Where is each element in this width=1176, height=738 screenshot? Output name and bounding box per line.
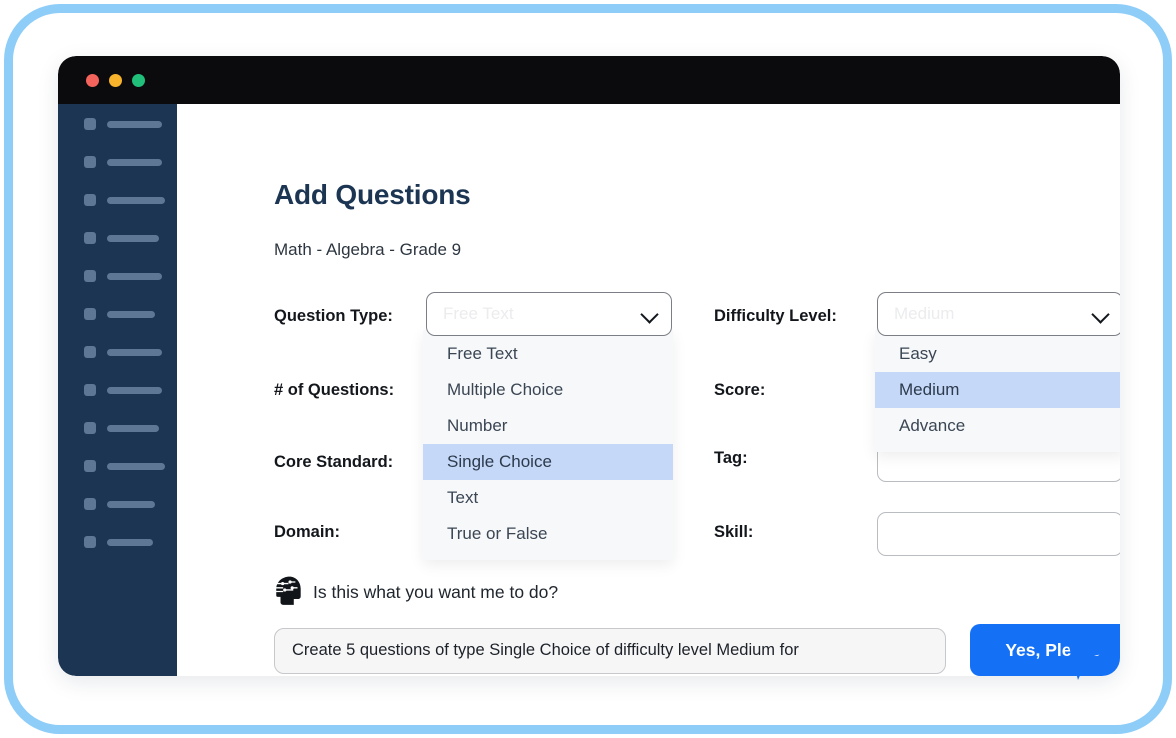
sidebar-item-label-placeholder — [107, 121, 162, 128]
sidebar-item-label-placeholder — [107, 463, 165, 470]
sidebar — [58, 104, 177, 676]
sidebar-item-label-placeholder — [107, 197, 165, 204]
question-type-option-2[interactable]: Number — [423, 408, 673, 444]
ai-head-icon — [272, 574, 306, 608]
confirm-question-text: Is this what you want me to do? — [313, 582, 558, 603]
sidebar-item-icon — [84, 156, 96, 168]
sidebar-item-icon — [84, 232, 96, 244]
sidebar-item-label-placeholder — [107, 501, 155, 508]
sidebar-item-icon — [84, 536, 96, 548]
app-window: Add Questions Math - Algebra - Grade 9 Q… — [58, 56, 1120, 676]
sidebar-item-label-placeholder — [107, 387, 162, 394]
difficulty-level-option-1[interactable]: Medium — [875, 372, 1120, 408]
sidebar-item-icon — [84, 194, 96, 206]
question-type-option-1[interactable]: Multiple Choice — [423, 372, 673, 408]
sidebar-item-label-placeholder — [107, 235, 159, 242]
difficulty-level-select[interactable]: Medium — [877, 292, 1120, 336]
window-close-button[interactable] — [86, 74, 99, 87]
sidebar-item-icon — [84, 270, 96, 282]
sidebar-item-icon — [84, 118, 96, 130]
question-type-dropdown[interactable]: Free TextMultiple ChoiceNumberSingle Cho… — [423, 330, 673, 560]
sidebar-item-5[interactable] — [84, 270, 162, 282]
difficulty-level-option-0[interactable]: Easy — [875, 336, 1120, 372]
skill-input[interactable] — [877, 512, 1120, 556]
sidebar-item-label-placeholder — [107, 311, 155, 318]
sidebar-item-label-placeholder — [107, 425, 159, 432]
prompt-value: Create 5 questions of type Single Choice… — [292, 641, 799, 660]
sidebar-item-7[interactable] — [84, 346, 162, 358]
sidebar-item-1[interactable] — [84, 118, 162, 130]
sidebar-item-icon — [84, 384, 96, 396]
label-domain: Domain: — [274, 523, 340, 542]
label-score: Score: — [714, 381, 765, 400]
question-type-select[interactable]: Free Text — [426, 292, 672, 336]
window-minimize-button[interactable] — [109, 74, 122, 87]
chevron-down-icon — [642, 308, 657, 323]
label-difficulty-level: Difficulty Level: — [714, 307, 837, 326]
page-title: Add Questions — [274, 179, 471, 211]
label-num-questions: # of Questions: — [274, 381, 394, 400]
sidebar-item-label-placeholder — [107, 349, 162, 356]
window-titlebar — [58, 56, 1120, 104]
question-type-option-0[interactable]: Free Text — [423, 336, 673, 372]
sidebar-item-2[interactable] — [84, 156, 162, 168]
sidebar-item-label-placeholder — [107, 539, 153, 546]
mouse-pointer-icon — [1062, 626, 1114, 682]
difficulty-level-option-2[interactable]: Advance — [875, 408, 1120, 444]
difficulty-level-dropdown[interactable]: EasyMediumAdvance — [875, 330, 1120, 452]
sidebar-item-12[interactable] — [84, 536, 153, 548]
question-type-value: Free Text — [443, 304, 514, 324]
prompt-textbox[interactable]: Create 5 questions of type Single Choice… — [274, 628, 946, 674]
sidebar-item-icon — [84, 422, 96, 434]
question-type-option-5[interactable]: True or False — [423, 516, 673, 552]
difficulty-level-value: Medium — [894, 304, 954, 324]
sidebar-item-label-placeholder — [107, 273, 162, 280]
sidebar-item-icon — [84, 460, 96, 472]
sidebar-item-label-placeholder — [107, 159, 162, 166]
label-question-type: Question Type: — [274, 307, 393, 326]
main-content: Add Questions Math - Algebra - Grade 9 Q… — [177, 104, 1120, 676]
sidebar-item-icon — [84, 346, 96, 358]
sidebar-item-icon — [84, 308, 96, 320]
window-zoom-button[interactable] — [132, 74, 145, 87]
sidebar-item-8[interactable] — [84, 384, 162, 396]
sidebar-item-11[interactable] — [84, 498, 155, 510]
sidebar-item-9[interactable] — [84, 422, 159, 434]
question-type-option-4[interactable]: Text — [423, 480, 673, 516]
label-tag: Tag: — [714, 449, 748, 468]
label-skill: Skill: — [714, 523, 753, 542]
sidebar-item-3[interactable] — [84, 194, 165, 206]
page-subtitle: Math - Algebra - Grade 9 — [274, 240, 461, 260]
question-type-option-3[interactable]: Single Choice — [423, 444, 673, 480]
sidebar-item-icon — [84, 498, 96, 510]
sidebar-item-6[interactable] — [84, 308, 155, 320]
sidebar-item-4[interactable] — [84, 232, 159, 244]
sidebar-item-10[interactable] — [84, 460, 165, 472]
label-core-standard: Core Standard: — [274, 453, 393, 472]
chevron-down-icon — [1093, 308, 1108, 323]
